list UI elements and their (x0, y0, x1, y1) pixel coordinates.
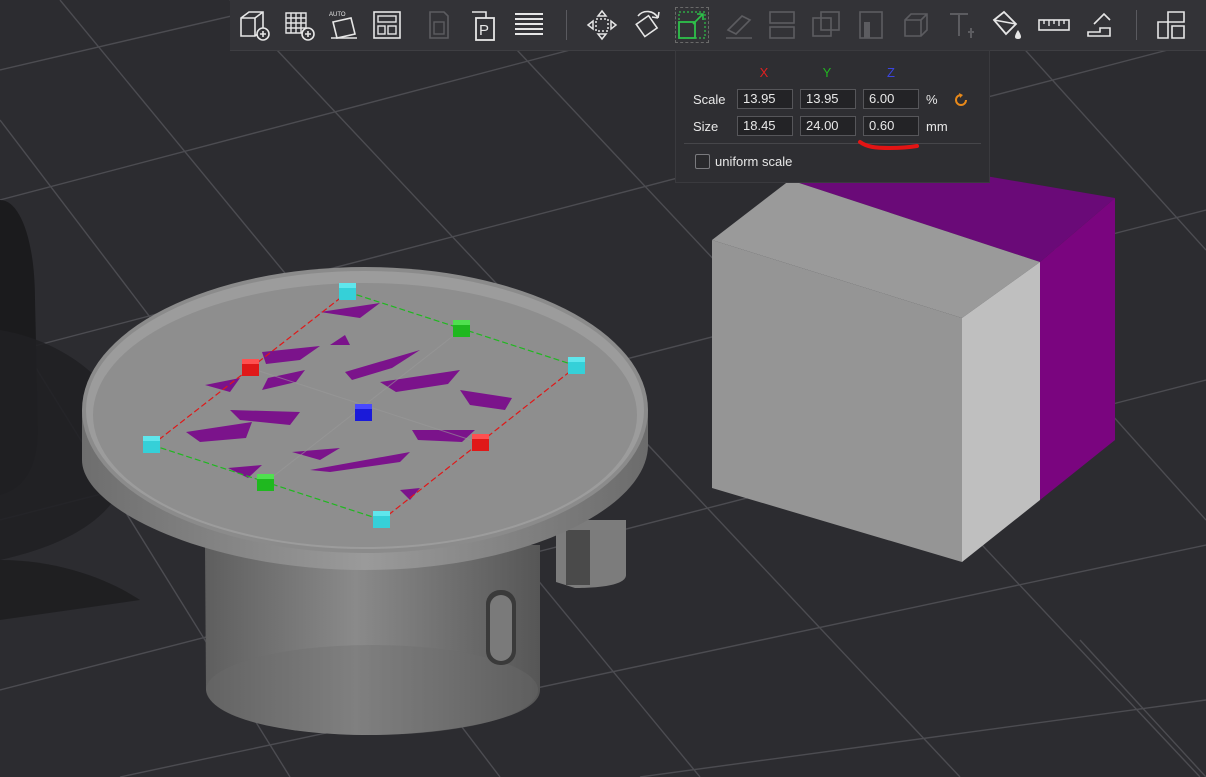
arrange-layout-button[interactable] (368, 5, 406, 45)
axis-z-header: Z (887, 65, 895, 80)
size-x-input[interactable]: 18.45 (737, 116, 793, 136)
size-row-label: Size (693, 119, 719, 134)
corner-handle-top[interactable] (339, 283, 356, 300)
scale-button[interactable] (673, 5, 711, 45)
scale-icon (678, 11, 706, 39)
scale-y-input[interactable]: 13.95 (800, 89, 856, 109)
annotation-underline (858, 140, 919, 151)
x-handle-left[interactable] (242, 359, 259, 376)
measure-button[interactable] (1035, 5, 1073, 45)
text-button[interactable] (942, 5, 980, 45)
seam-paint-button[interactable] (897, 5, 935, 45)
3d-viewport[interactable] (0, 0, 1206, 777)
lay-on-face-button[interactable] (720, 5, 758, 45)
z-handle-center[interactable] (355, 404, 372, 421)
rotate-icon (635, 10, 660, 38)
size-y-input[interactable]: 24.00 (800, 116, 856, 136)
orient-button[interactable] (420, 5, 458, 45)
cut-button[interactable] (763, 5, 801, 45)
cap-object[interactable] (82, 267, 648, 735)
main-toolbar: AUTO P (230, 0, 1206, 51)
slice-layers-button[interactable] (510, 5, 548, 45)
panel-divider (684, 143, 981, 144)
explode-button[interactable] (1152, 5, 1190, 45)
move-icon (586, 9, 618, 41)
cut-icon (769, 11, 795, 39)
slice-layers-icon (515, 13, 543, 35)
explode-icon (1157, 11, 1185, 39)
support-paint-button[interactable] (852, 5, 890, 45)
scale-z-input[interactable]: 6.00 (863, 89, 919, 109)
boolean-button[interactable] (807, 5, 845, 45)
scale-row-label: Scale (693, 92, 726, 107)
y-handle-top[interactable] (453, 320, 470, 337)
lay-on-face-icon (726, 15, 752, 39)
color-paint-icon (992, 10, 1021, 39)
add-object-button[interactable] (235, 5, 273, 45)
svg-text:P: P (479, 22, 489, 39)
support-paint-icon (859, 11, 883, 39)
add-plate-icon (285, 12, 315, 41)
toolbar-separator (566, 10, 567, 40)
seam-paint-icon (904, 13, 928, 37)
auto-arrange-icon: AUTO (329, 12, 357, 39)
scale-x-input[interactable]: 13.95 (737, 89, 793, 109)
measure-icon (1038, 19, 1070, 31)
add-object-icon (240, 11, 270, 41)
box-object[interactable] (712, 158, 1115, 562)
plate-p-icon: P (472, 11, 495, 41)
size-z-input[interactable]: 0.60 (863, 116, 919, 136)
plate-p-button[interactable]: P (464, 5, 502, 45)
size-unit: mm (926, 119, 948, 134)
axis-x-header: X (759, 65, 769, 80)
text-icon (950, 13, 974, 38)
uniform-scale-label: uniform scale (715, 154, 793, 169)
boolean-icon (812, 11, 840, 37)
corner-handle-right[interactable] (568, 357, 585, 374)
move-button[interactable] (583, 5, 621, 45)
orient-icon (429, 11, 449, 39)
y-handle-bottom[interactable] (257, 474, 274, 491)
rotate-button[interactable] (628, 5, 666, 45)
assembly-icon (1087, 12, 1111, 37)
corner-handle-bottom[interactable] (373, 511, 390, 528)
toolbar-separator (1136, 10, 1137, 40)
color-paint-button[interactable] (988, 5, 1026, 45)
scale-panel: X Y Z Scale 13.95 13.95 6.00 % Size 18.4… (675, 50, 990, 183)
arrange-layout-icon (373, 11, 401, 39)
auto-arrange-button[interactable]: AUTO (325, 5, 363, 45)
scale-unit: % (926, 92, 938, 107)
add-plate-button[interactable] (280, 5, 318, 45)
axis-y-header: Y (822, 65, 832, 80)
reset-scale-icon[interactable] (953, 92, 969, 108)
uniform-scale-checkbox[interactable] (695, 154, 710, 169)
x-handle-right[interactable] (472, 434, 489, 451)
svg-text:AUTO: AUTO (329, 12, 346, 18)
corner-handle-left[interactable] (143, 436, 160, 453)
assembly-button[interactable] (1080, 5, 1118, 45)
